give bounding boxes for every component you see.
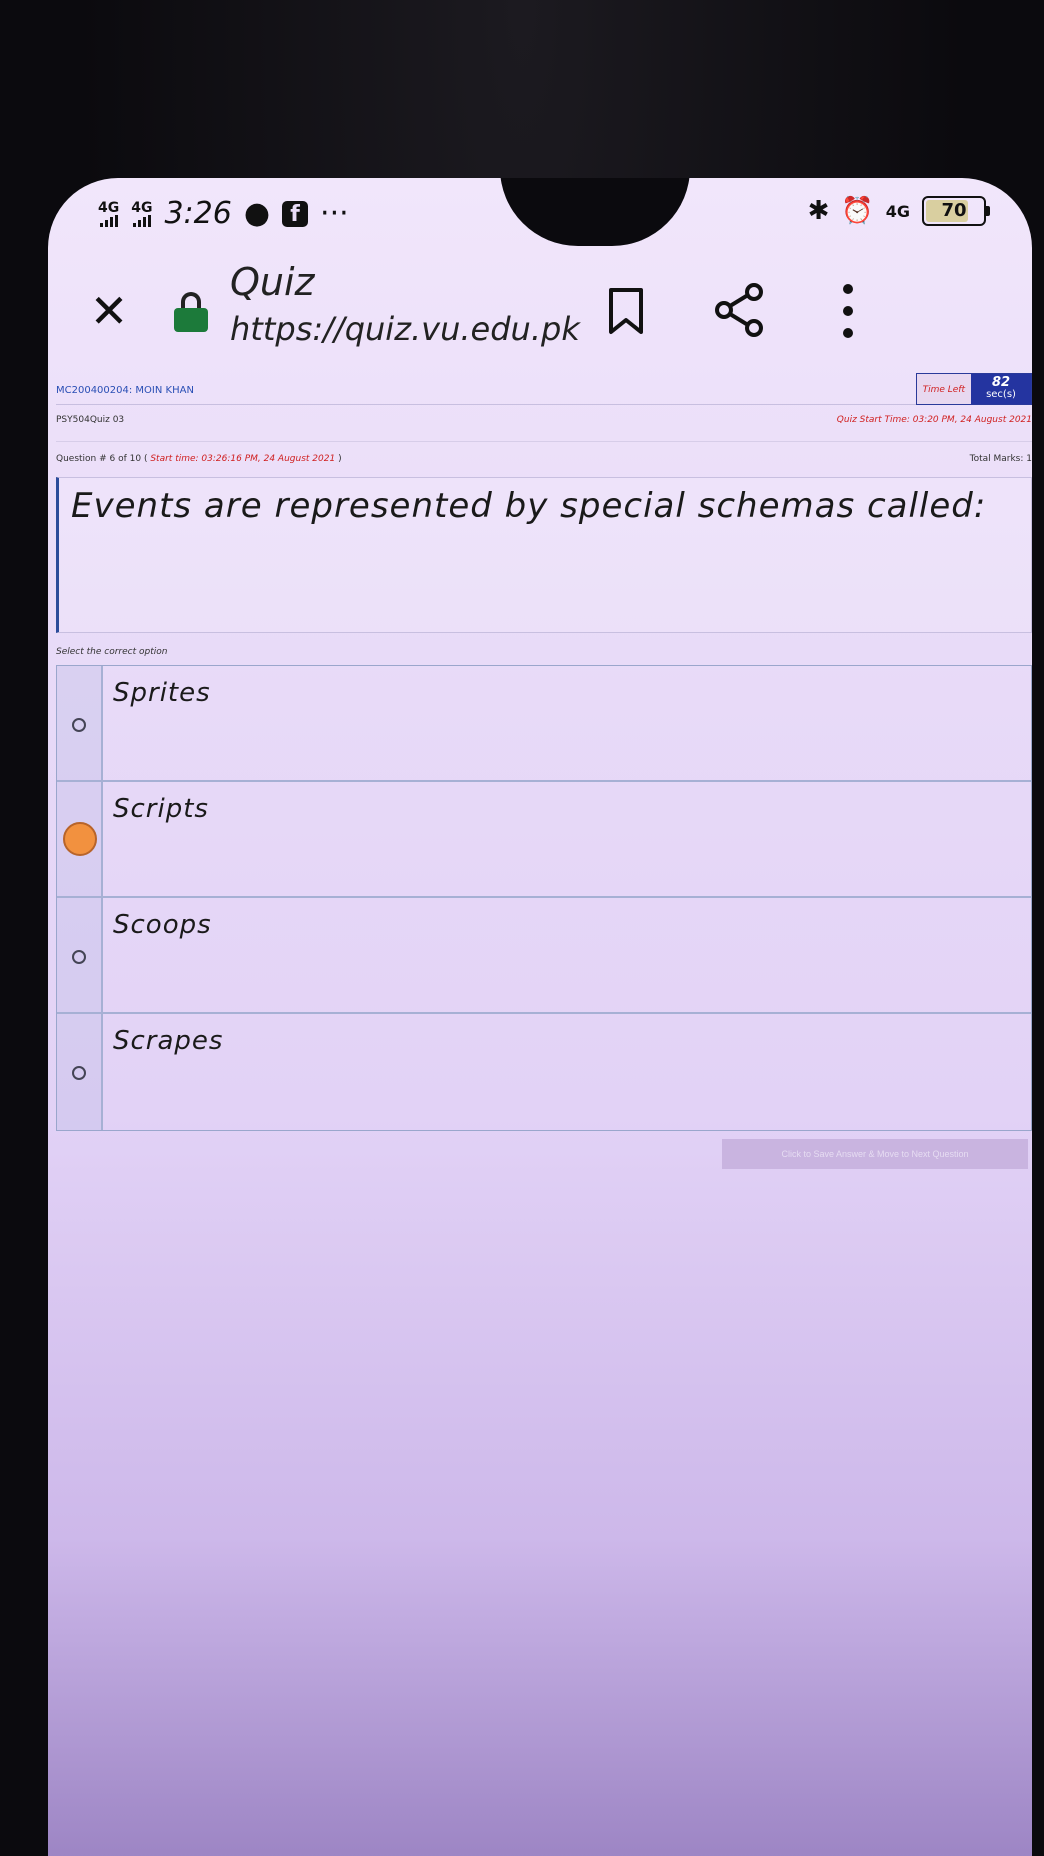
option-label[interactable]: Scrapes xyxy=(103,1014,233,1130)
option-label[interactable]: Scripts xyxy=(103,782,219,896)
share-icon[interactable] xyxy=(712,282,766,338)
page-title: Quiz xyxy=(230,260,315,304)
option-label[interactable]: Scoops xyxy=(103,898,222,1012)
more-notifications-icon: ··· xyxy=(320,196,349,231)
radio-button[interactable] xyxy=(72,950,86,964)
option-radio-cell[interactable] xyxy=(57,898,103,1012)
signal-icon-2: 4G xyxy=(131,201,152,227)
course-row: PSY504Quiz 03 Quiz Start Time: 03:20 PM,… xyxy=(56,405,1032,431)
quiz-page: MC200400204: MOIN KHAN Time Left 82 sec(… xyxy=(56,373,1032,1191)
question-text: Events are represented by special schema… xyxy=(56,477,1032,633)
url-text[interactable]: https://quiz.vu.edu.pk xyxy=(230,310,580,348)
signal-label: 4G xyxy=(98,199,120,216)
option-row[interactable]: Sprites xyxy=(57,666,1031,782)
clock: 3:26 xyxy=(164,196,232,231)
radio-button[interactable] xyxy=(72,718,86,732)
option-row[interactable]: Scripts xyxy=(57,782,1031,898)
close-icon[interactable]: ✕ xyxy=(84,286,134,336)
chat-icon: ● xyxy=(243,196,271,231)
option-radio-cell[interactable] xyxy=(57,666,103,780)
question-number-text: Question # 6 of 10 ( xyxy=(56,454,148,464)
status-bar: 4G 4G 3:26 ● f ··· ✱ ⏰ 4G 70 xyxy=(48,178,1032,248)
timer-label: Time Left xyxy=(916,374,971,404)
battery-icon: 70 xyxy=(922,196,990,226)
signal-icon: 4G xyxy=(98,201,119,227)
network-type: 4G xyxy=(885,201,910,221)
browser-toolbar: ✕ Quiz https://quiz.vu.edu.pk xyxy=(48,248,1032,368)
option-row[interactable]: Scrapes xyxy=(57,1014,1031,1130)
timer: Time Left 82 sec(s) xyxy=(915,373,1032,405)
option-label[interactable]: Sprites xyxy=(103,666,221,780)
timer-unit: sec(s) xyxy=(986,389,1016,400)
total-marks: Total Marks: 1 xyxy=(969,454,1032,464)
alarm-icon: ⏰ xyxy=(841,196,874,226)
timer-value-box: 82 sec(s) xyxy=(971,374,1031,404)
question-start-time: Start time: 03:26:16 PM, 24 August 2021 xyxy=(150,454,336,464)
more-options-icon[interactable] xyxy=(838,284,858,338)
select-option-label: Select the correct option xyxy=(56,647,168,657)
timer-value: 82 xyxy=(991,375,1011,390)
student-row: MC200400204: MOIN KHAN Time Left 82 sec(… xyxy=(56,373,1032,405)
save-answer-button[interactable]: Click to Save Answer & Move to Next Ques… xyxy=(722,1139,1028,1169)
option-radio-cell[interactable] xyxy=(57,782,103,896)
phone-screen: 4G 4G 3:26 ● f ··· ✱ ⏰ 4G 70 ✕ Quiz http… xyxy=(48,178,1032,1856)
option-radio-cell[interactable] xyxy=(57,1014,103,1130)
phone-frame: 4G 4G 3:26 ● f ··· ✱ ⏰ 4G 70 ✕ Quiz http… xyxy=(0,0,1044,1856)
option-row[interactable]: Scoops xyxy=(57,898,1031,1014)
radio-button[interactable] xyxy=(72,1066,86,1080)
save-area: Click to Save Answer & Move to Next Ques… xyxy=(56,1131,1032,1191)
options-list: Sprites Scripts Scoops Scrapes xyxy=(56,665,1032,1131)
question-header: Question # 6 of 10 ( Start time: 03:26:1… xyxy=(56,441,1032,475)
facebook-icon: f xyxy=(282,200,309,227)
question-number-close: ) xyxy=(338,454,342,464)
battery-level: 70 xyxy=(941,200,967,221)
bluetooth-icon: ✱ xyxy=(807,196,830,226)
lock-icon[interactable] xyxy=(174,292,208,332)
question-number: Question # 6 of 10 ( Start time: 03:26:1… xyxy=(56,454,342,464)
radio-button-selected[interactable] xyxy=(63,822,97,856)
student-id: MC200400204: MOIN KHAN xyxy=(56,385,194,396)
course-name: PSY504Quiz 03 xyxy=(56,415,125,425)
signal-label-2: 4G xyxy=(131,199,153,216)
quiz-start-time: Quiz Start Time: 03:20 PM, 24 August 202… xyxy=(836,415,1032,425)
bookmark-icon[interactable] xyxy=(606,286,646,336)
